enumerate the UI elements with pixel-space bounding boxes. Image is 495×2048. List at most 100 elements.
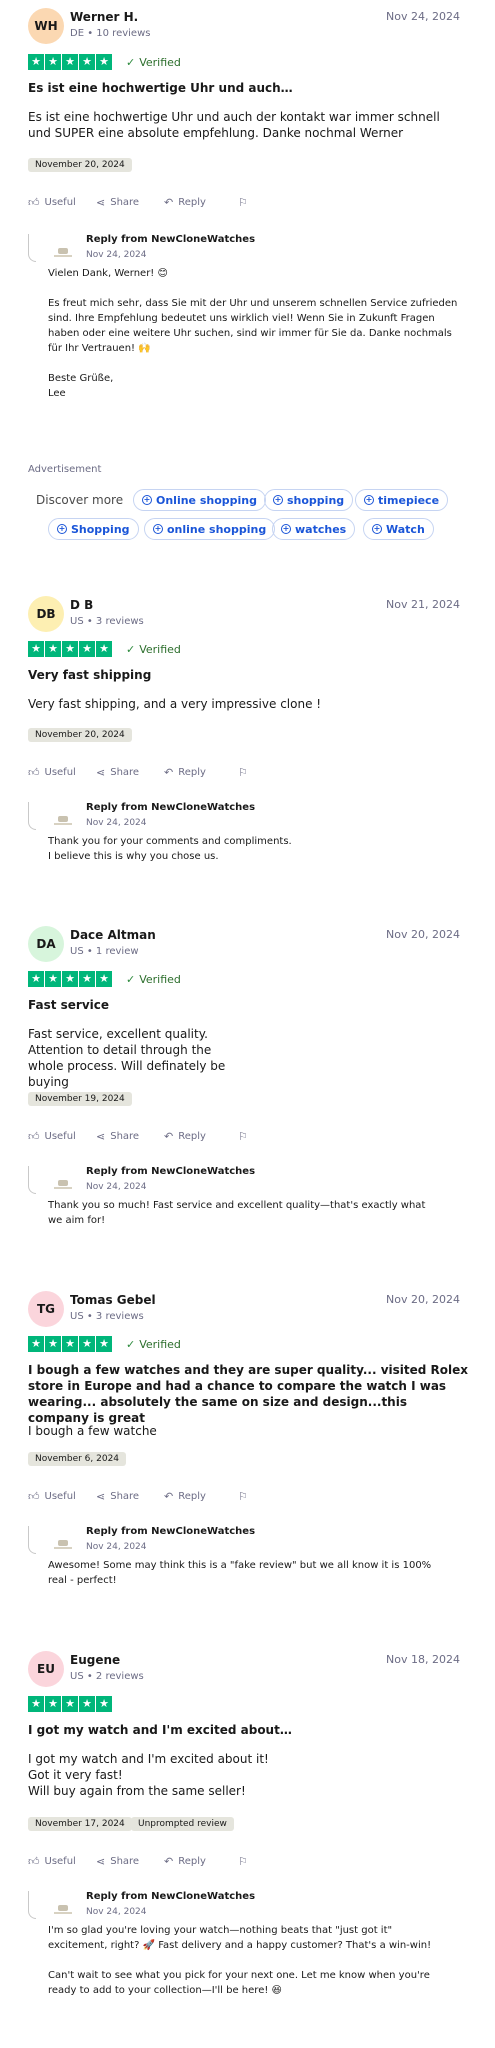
verified-badge[interactable]: ✓ Verified xyxy=(126,973,181,986)
ad-pill-label: Shopping xyxy=(71,522,130,536)
ad-pill[interactable]: + watches xyxy=(272,518,356,540)
share-label: Share xyxy=(110,1131,140,1142)
flag-button[interactable]: ⚐ xyxy=(238,196,248,209)
review-actions: 👍︎ Useful ⋖ Share ↶ Reply ⚐ xyxy=(28,1490,460,1506)
review-card: EU Eugene US • 2 reviews Nov 18, 2024 ★ ★… xyxy=(28,1651,460,1996)
review-title[interactable]: I bough a few watches and they are super… xyxy=(28,1362,468,1426)
reply-icon: ↶ xyxy=(164,1490,174,1503)
reply-icon: ↶ xyxy=(164,1130,174,1143)
reply-author: Reply from NewCloneWatches xyxy=(86,234,256,245)
star-icon: ★ xyxy=(28,971,44,987)
company-logo xyxy=(54,1180,72,1190)
flag-button[interactable]: ⚐ xyxy=(238,1130,248,1143)
company-reply: Reply from NewCloneWatches Nov 24, 2024 … xyxy=(28,1526,468,1596)
review-header: EU Eugene US • 2 reviews Nov 18, 2024 xyxy=(28,1651,460,1691)
star-icon: ★ xyxy=(62,1696,78,1712)
review-card: WH Werner H. DE • 10 reviews Nov 24, 202… xyxy=(28,8,460,399)
reply-button[interactable]: ↶ Reply xyxy=(164,196,206,209)
share-button[interactable]: ⋖ Share xyxy=(96,1130,139,1143)
review-date: Nov 24, 2024 xyxy=(386,10,460,23)
verified-badge[interactable]: ✓ Verified xyxy=(126,56,181,69)
flag-button[interactable]: ⚐ xyxy=(238,1490,248,1503)
reply-label: Reply xyxy=(178,1856,206,1867)
reviewer-name[interactable]: Dace Altman xyxy=(70,928,156,942)
check-icon: ✓ xyxy=(126,972,136,986)
avatar[interactable]: EU xyxy=(28,1651,64,1687)
share-button[interactable]: ⋖ Share xyxy=(96,196,139,209)
reply-text: Thank you so much! Fast service and exce… xyxy=(48,1200,426,1226)
share-icon: ⋖ xyxy=(96,1130,106,1143)
review-actions: 👍︎ Useful ⋖ Share ↶ Reply ⚐ xyxy=(28,1855,460,1871)
star-icon: ★ xyxy=(62,1336,78,1352)
review-card: DB D B US • 3 reviews Nov 21, 2024 ★ ★ ★ ★ ★… xyxy=(28,596,460,862)
reviewer-meta: US • 1 review xyxy=(70,946,139,957)
experience-date: November 20, 2024 xyxy=(28,728,132,742)
reply-connector xyxy=(28,1526,36,1554)
reviewer-name[interactable]: D B xyxy=(70,598,93,612)
ad-pill[interactable]: + Online shopping xyxy=(133,489,267,511)
reply-button[interactable]: ↶ Reply xyxy=(164,1855,206,1868)
verified-label: Verified xyxy=(139,55,181,69)
flag-button[interactable]: ⚐ xyxy=(238,766,248,779)
review-title[interactable]: I got my watch and I'm excited about… xyxy=(28,1722,460,1738)
review-title[interactable]: Very fast shipping xyxy=(28,667,460,683)
reviewer-meta: US • 3 reviews xyxy=(70,616,144,627)
flag-button[interactable]: ⚐ xyxy=(238,1855,248,1868)
reviewer-name[interactable]: Eugene xyxy=(70,1653,120,1667)
review-header: TG Tomas Gebel US • 3 reviews Nov 20, 20… xyxy=(28,1291,460,1331)
useful-label: Useful xyxy=(44,1856,76,1867)
reply-text: I'm so glad you're loving your watch—not… xyxy=(48,1925,432,1996)
review-title[interactable]: Fast service xyxy=(28,997,460,1013)
reviewer-name[interactable]: Werner H. xyxy=(70,10,138,24)
verified-badge[interactable]: ✓ Verified xyxy=(126,1338,181,1351)
reply-icon: ↶ xyxy=(164,1855,174,1868)
reviewer-meta: DE • 10 reviews xyxy=(70,28,151,39)
review-actions: 👍︎ Useful ⋖ Share ↶ Reply ⚐ xyxy=(28,766,460,782)
reviewer-name[interactable]: Tomas Gebel xyxy=(70,1293,156,1307)
avatar[interactable]: DB xyxy=(28,596,64,632)
star-icon: ★ xyxy=(62,54,78,70)
reply-button[interactable]: ↶ Reply xyxy=(164,1130,206,1143)
ad-pill[interactable]: + Watch xyxy=(363,518,434,540)
avatar[interactable]: DA xyxy=(28,926,64,962)
ad-pill-label: watches xyxy=(295,522,347,536)
star-icon: ★ xyxy=(62,641,78,657)
star-icon: ★ xyxy=(28,641,44,657)
discover-more-label: Discover more xyxy=(36,493,124,507)
thumbs-up-icon: 👍︎ xyxy=(28,766,40,779)
star-rating: ★ ★ ★ ★ ★ xyxy=(28,641,112,657)
reviewer-meta: US • 3 reviews xyxy=(70,1311,144,1322)
useful-button[interactable]: 👍︎ Useful xyxy=(28,766,76,779)
share-button[interactable]: ⋖ Share xyxy=(96,1855,139,1868)
avatar[interactable]: WH xyxy=(28,8,64,44)
ad-pill[interactable]: + online shopping xyxy=(144,518,276,540)
flag-icon: ⚐ xyxy=(238,196,248,209)
review-card: TG Tomas Gebel US • 3 reviews Nov 20, 20… xyxy=(28,1291,468,1586)
verified-badge[interactable]: ✓ Verified xyxy=(126,643,181,656)
useful-button[interactable]: 👍︎ Useful xyxy=(28,1130,76,1143)
avatar[interactable]: TG xyxy=(28,1291,64,1327)
share-button[interactable]: ⋖ Share xyxy=(96,1490,139,1503)
useful-label: Useful xyxy=(44,197,76,208)
star-icon: ★ xyxy=(45,54,61,70)
reply-connector xyxy=(28,234,36,262)
useful-button[interactable]: 👍︎ Useful xyxy=(28,1490,76,1503)
reply-button[interactable]: ↶ Reply xyxy=(164,1490,206,1503)
share-label: Share xyxy=(110,1856,140,1867)
share-button[interactable]: ⋖ Share xyxy=(96,766,139,779)
useful-button[interactable]: 👍︎ Useful xyxy=(28,196,76,209)
ad-pill[interactable]: + Shopping xyxy=(48,518,139,540)
ad-pill[interactable]: + timepiece xyxy=(355,489,449,511)
star-icon: ★ xyxy=(79,641,95,657)
ad-pill[interactable]: + shopping xyxy=(264,489,354,511)
star-icon: ★ xyxy=(28,54,44,70)
reply-button[interactable]: ↶ Reply xyxy=(164,766,206,779)
ad-pill-label: timepiece xyxy=(378,493,440,507)
star-icon: ★ xyxy=(79,971,95,987)
useful-button[interactable]: 👍︎ Useful xyxy=(28,1855,76,1868)
review-title[interactable]: Es ist eine hochwertige Uhr und auch… xyxy=(28,80,460,96)
review-body: Very fast shipping, and a very impressiv… xyxy=(28,697,322,711)
star-icon: ★ xyxy=(45,1336,61,1352)
unprompted-review-badge[interactable]: Unprompted review xyxy=(131,1817,234,1831)
review-card: DA Dace Altman US • 1 review Nov 20, 202… xyxy=(28,926,460,1226)
